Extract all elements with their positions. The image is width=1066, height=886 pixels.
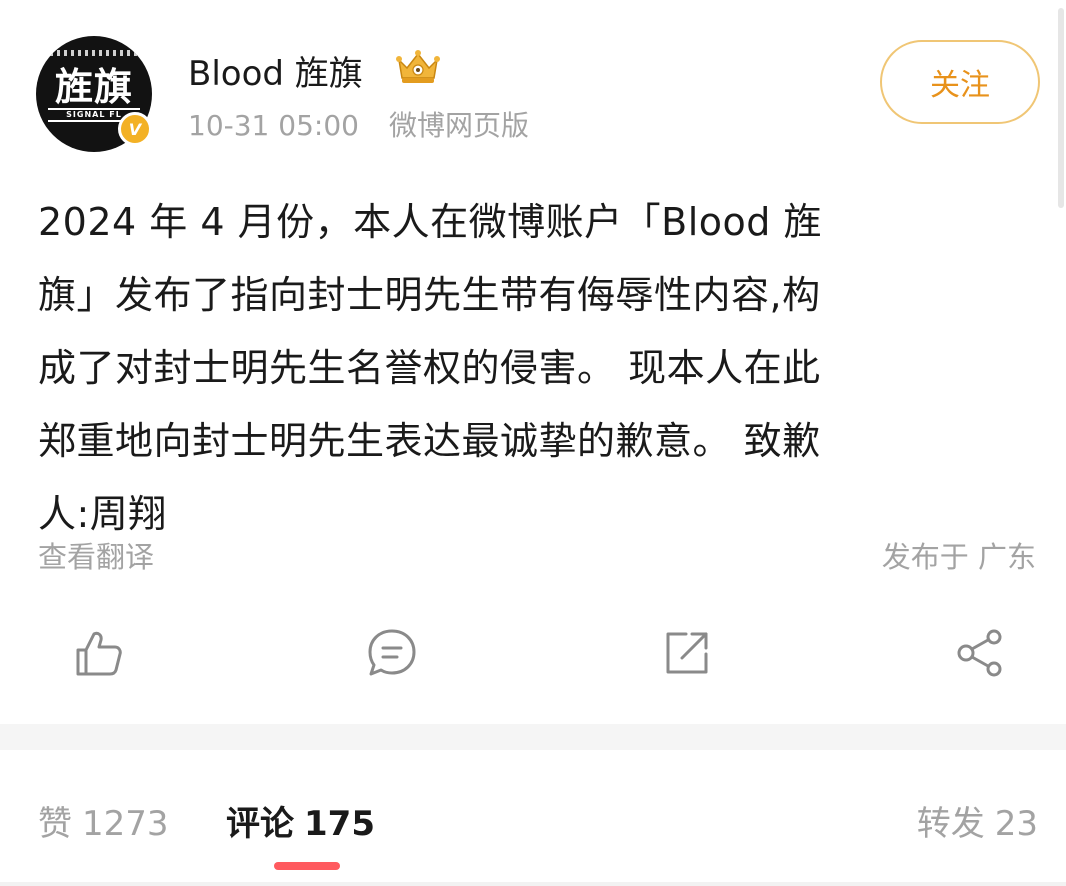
weibo-post-page: 旌旗 SIGNAL FL V Blood 旌旗 10-31 05:00 微博网页版… (0, 0, 1066, 886)
tab-reposts[interactable]: 转发 23 (917, 796, 1038, 845)
author-name[interactable]: Blood 旌旗 (188, 46, 363, 95)
avatar-logo-text: 旌旗 (54, 64, 133, 109)
post-meta: 10-31 05:00 微博网页版 (188, 104, 529, 144)
tab-comments-count: 175 (304, 804, 375, 844)
tab-reposts-count: 23 (994, 804, 1038, 844)
section-divider (0, 724, 1066, 750)
bottom-divider (0, 882, 1066, 886)
active-tab-indicator (274, 862, 340, 870)
tab-likes-count: 1273 (82, 804, 169, 844)
comment-bubble-icon[interactable] (365, 626, 419, 680)
post-time: 10-31 05:00 (188, 109, 359, 142)
verified-badge-icon: V (118, 112, 152, 146)
translate-link[interactable]: 查看翻译 (38, 534, 154, 576)
follow-button[interactable]: 关注 (880, 40, 1040, 124)
repost-arrow-icon[interactable] (660, 626, 714, 680)
tab-comments[interactable]: 评论 175 (226, 796, 375, 845)
post-location: 发布于 广东 (881, 540, 1036, 574)
tab-comments-label: 评论 (226, 804, 294, 844)
post-content: 2024 年 4 月份，本人在微博账户「Blood 旌 旗」发布了指向封士明先生… (38, 200, 822, 536)
tab-reposts-label: 转发 (916, 804, 985, 844)
tab-likes-label: 赞 (38, 804, 72, 844)
share-icon[interactable] (954, 626, 1008, 680)
thumbs-up-icon[interactable] (72, 626, 126, 680)
crown-icon[interactable] (393, 48, 443, 86)
scrollbar[interactable] (1058, 8, 1064, 208)
tab-likes[interactable]: 赞 1273 (38, 796, 169, 845)
post-source[interactable]: 微博网页版 (389, 109, 529, 142)
